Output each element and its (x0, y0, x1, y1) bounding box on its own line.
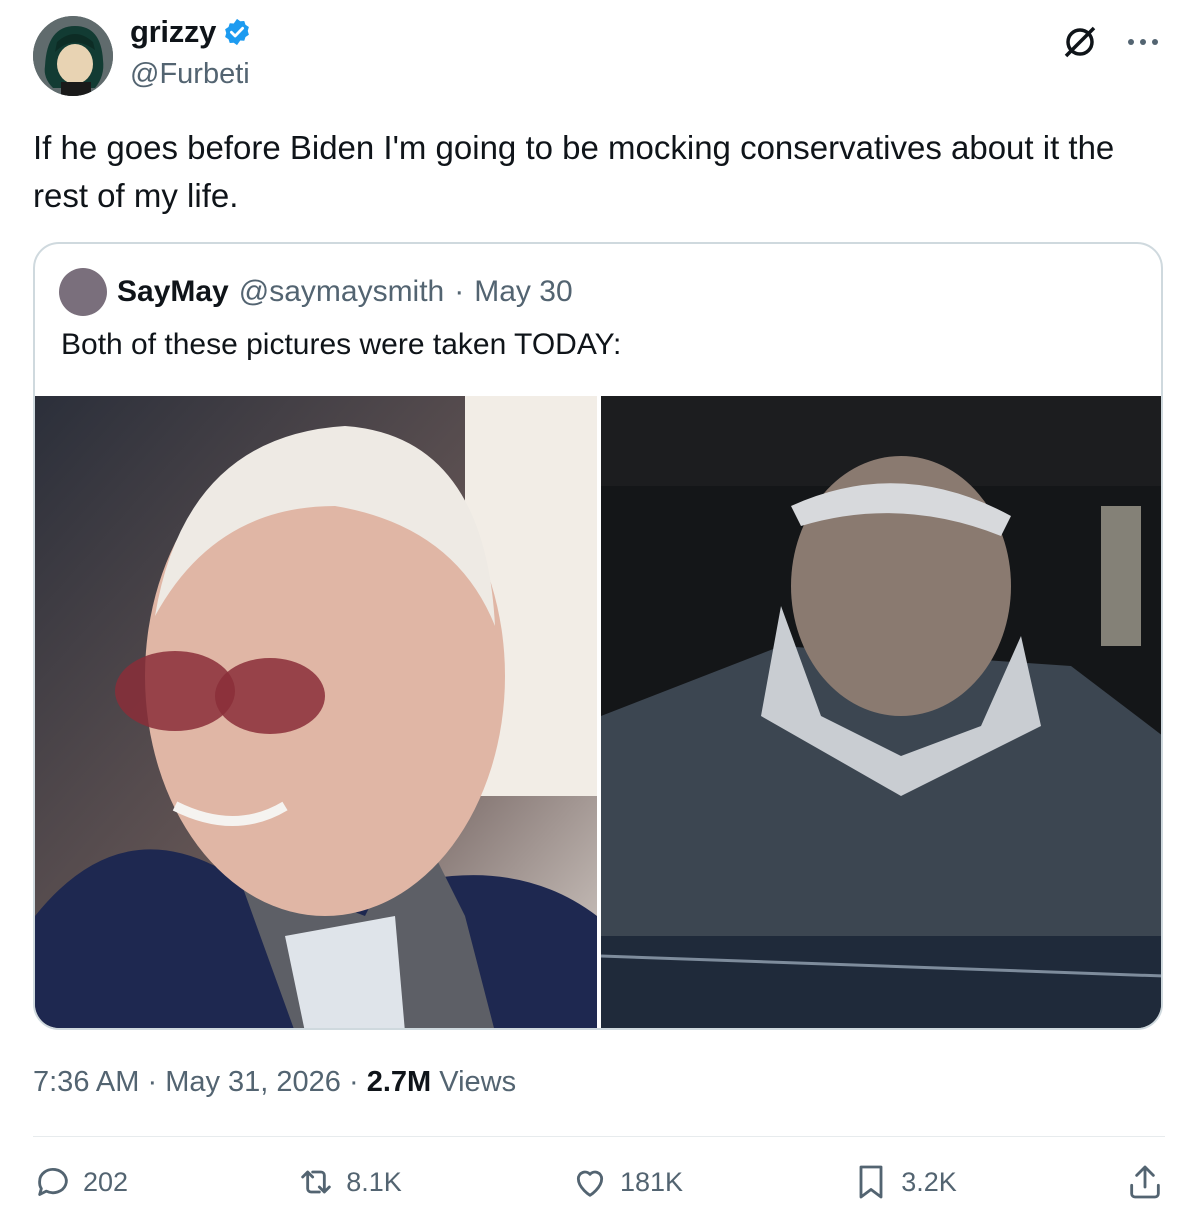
quote-separator: · (454, 275, 465, 308)
meta-separator-2: · (349, 1066, 359, 1098)
quote-avatar[interactable] (59, 268, 107, 316)
share-button[interactable] (1125, 1162, 1165, 1202)
quote-author-handle[interactable]: @saymaysmith (239, 275, 445, 309)
bookmark-count: 3.2K (901, 1166, 957, 1197)
bookmark-button[interactable]: 3.2K (851, 1162, 957, 1202)
more-icon[interactable] (1126, 37, 1160, 47)
heart-icon (570, 1162, 610, 1202)
reply-icon (33, 1162, 73, 1202)
repost-button[interactable]: 8.1K (296, 1162, 402, 1202)
tweet-time[interactable]: 7:36 AM (33, 1066, 139, 1098)
views-count: 2.7M (366, 1066, 432, 1098)
author-avatar[interactable] (33, 16, 113, 96)
author-handle[interactable]: @Furbeti (130, 58, 250, 91)
author-name[interactable]: grizzy (130, 14, 216, 50)
bookmark-icon (851, 1162, 891, 1202)
quoted-tweet[interactable]: SayMay @saymaysmith · May 30 Both of the… (33, 242, 1163, 1030)
actions-divider (33, 1136, 1165, 1137)
views-label: Views (439, 1066, 517, 1098)
quote-date[interactable]: May 30 (474, 275, 572, 309)
quote-author-name[interactable]: SayMay (117, 275, 229, 309)
quote-text: Both of these pictures were taken TODAY: (61, 328, 622, 361)
reply-button[interactable]: 202 (33, 1162, 128, 1202)
reply-count: 202 (83, 1166, 129, 1197)
quote-photo-right[interactable] (601, 396, 1161, 1028)
like-count: 181K (619, 1166, 684, 1197)
grok-icon[interactable] (1060, 22, 1100, 62)
like-button[interactable]: 181K (570, 1162, 683, 1202)
tweet-text: If he goes before Biden I'm going to be … (33, 129, 1115, 214)
repost-icon (296, 1162, 336, 1202)
tweet-date[interactable]: May 31, 2026 (165, 1066, 341, 1098)
share-icon (1125, 1162, 1165, 1202)
quote-photo-left[interactable] (35, 396, 597, 1028)
verified-badge-icon (222, 17, 252, 47)
meta-separator: · (147, 1066, 158, 1098)
repost-count: 8.1K (346, 1166, 402, 1197)
